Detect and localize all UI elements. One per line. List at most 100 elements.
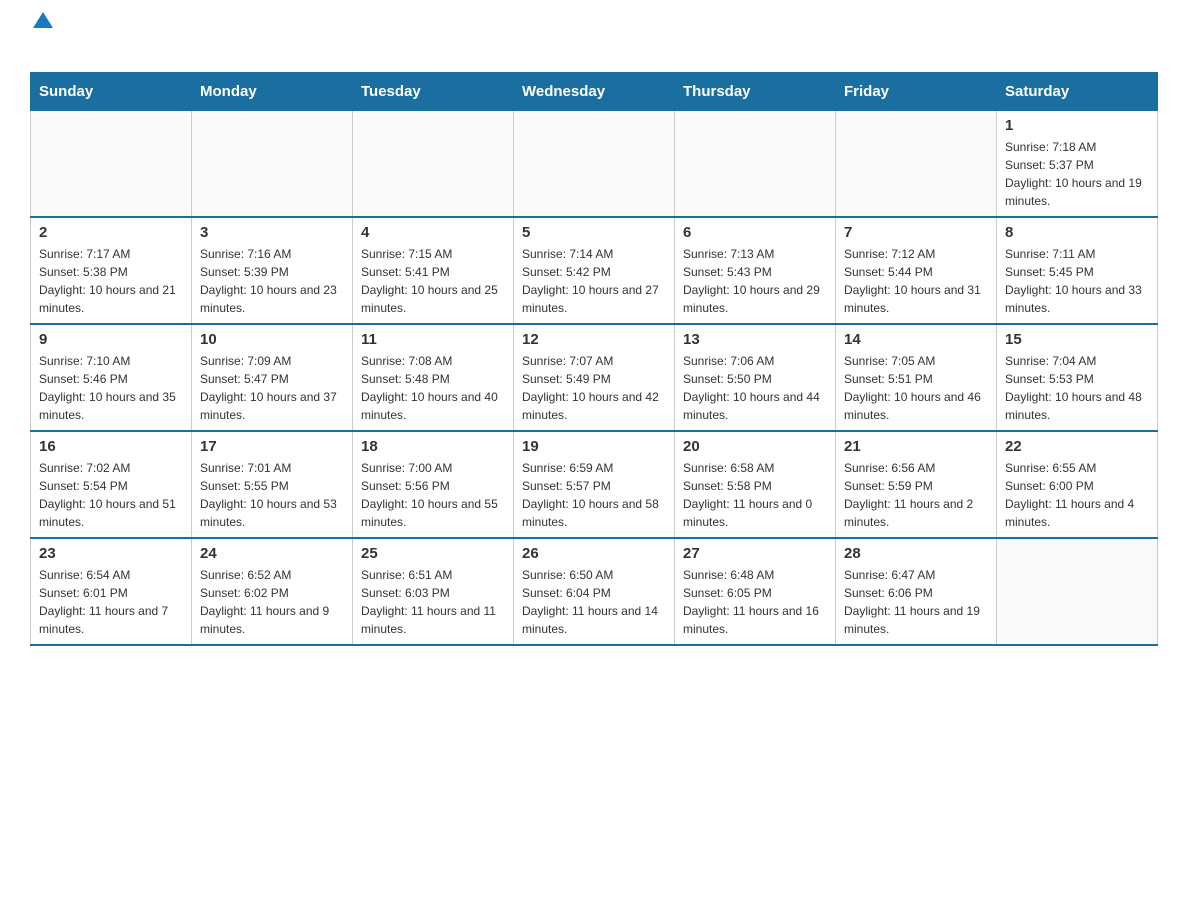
day-number: 23 — [39, 545, 183, 562]
day-info: Sunrise: 7:01 AMSunset: 5:55 PMDaylight:… — [200, 459, 344, 531]
calendar-cell: 25 Sunrise: 6:51 AMSunset: 6:03 PMDayligh… — [353, 538, 514, 645]
day-number: 14 — [844, 331, 988, 348]
day-number: 18 — [361, 438, 505, 455]
calendar-week-row: 1 Sunrise: 7:18 AMSunset: 5:37 PMDaylight… — [31, 111, 1158, 218]
day-info: Sunrise: 7:12 AMSunset: 5:44 PMDaylight:… — [844, 245, 988, 317]
day-number: 10 — [200, 331, 344, 348]
calendar-cell: 14 Sunrise: 7:05 AMSunset: 5:51 PMDayligh… — [836, 324, 997, 431]
day-info: Sunrise: 7:02 AMSunset: 5:54 PMDaylight:… — [39, 459, 183, 531]
day-info: Sunrise: 7:14 AMSunset: 5:42 PMDaylight:… — [522, 245, 666, 317]
weekday-header-wednesday: Wednesday — [514, 73, 675, 111]
calendar-cell: 28 Sunrise: 6:47 AMSunset: 6:06 PMDayligh… — [836, 538, 997, 645]
day-info: Sunrise: 7:06 AMSunset: 5:50 PMDaylight:… — [683, 352, 827, 424]
weekday-header-saturday: Saturday — [997, 73, 1158, 111]
day-info: Sunrise: 6:48 AMSunset: 6:05 PMDaylight:… — [683, 566, 827, 638]
calendar-cell: 8Sunrise: 7:11 AMSunset: 5:45 PMDaylight… — [997, 217, 1158, 324]
calendar-cell: 22 Sunrise: 6:55 AMSunset: 6:00 PMDayligh… — [997, 431, 1158, 538]
weekday-header-friday: Friday — [836, 73, 997, 111]
weekday-header-row: SundayMondayTuesdayWednesdayThursdayFrid… — [31, 73, 1158, 111]
calendar-cell: 1 Sunrise: 7:18 AMSunset: 5:37 PMDaylight… — [997, 111, 1158, 218]
day-info: Sunrise: 7:17 AMSunset: 5:38 PMDaylight:… — [39, 245, 183, 317]
day-number: 1 — [1005, 117, 1149, 134]
day-info: Sunrise: 7:16 AMSunset: 5:39 PMDaylight:… — [200, 245, 344, 317]
day-number: 3 — [200, 224, 344, 241]
day-info: Sunrise: 6:52 AMSunset: 6:02 PMDaylight:… — [200, 566, 344, 638]
calendar-cell: 9Sunrise: 7:10 AMSunset: 5:46 PMDaylight… — [31, 324, 192, 431]
calendar-cell: 20 Sunrise: 6:58 AMSunset: 5:58 PMDayligh… — [675, 431, 836, 538]
day-number: 12 — [522, 331, 666, 348]
day-number: 24 — [200, 545, 344, 562]
day-number: 2 — [39, 224, 183, 241]
day-info: Sunrise: 6:58 AMSunset: 5:58 PMDaylight:… — [683, 459, 827, 531]
day-info: Sunrise: 7:05 AMSunset: 5:51 PMDaylight:… — [844, 352, 988, 424]
calendar-cell — [31, 111, 192, 218]
day-info: Sunrise: 6:56 AMSunset: 5:59 PMDaylight:… — [844, 459, 988, 531]
calendar-cell: 7 Sunrise: 7:12 AMSunset: 5:44 PMDaylight… — [836, 217, 997, 324]
day-info: Sunrise: 7:08 AMSunset: 5:48 PMDaylight:… — [361, 352, 505, 424]
day-info: Sunrise: 7:07 AMSunset: 5:49 PMDaylight:… — [522, 352, 666, 424]
day-info: Sunrise: 6:51 AMSunset: 6:03 PMDaylight:… — [361, 566, 505, 638]
calendar-cell: 5 Sunrise: 7:14 AMSunset: 5:42 PMDaylight… — [514, 217, 675, 324]
calendar-week-row: 9Sunrise: 7:10 AMSunset: 5:46 PMDaylight… — [31, 324, 1158, 431]
calendar-cell: 13 Sunrise: 7:06 AMSunset: 5:50 PMDayligh… — [675, 324, 836, 431]
day-number: 20 — [683, 438, 827, 455]
calendar-cell — [192, 111, 353, 218]
day-info: Sunrise: 7:18 AMSunset: 5:37 PMDaylight:… — [1005, 138, 1149, 210]
calendar-cell: 17Sunrise: 7:01 AMSunset: 5:55 PMDayligh… — [192, 431, 353, 538]
day-number: 28 — [844, 545, 988, 562]
calendar-week-row: 16 Sunrise: 7:02 AMSunset: 5:54 PMDayligh… — [31, 431, 1158, 538]
day-number: 25 — [361, 545, 505, 562]
calendar-cell — [997, 538, 1158, 645]
day-info: Sunrise: 7:15 AMSunset: 5:41 PMDaylight:… — [361, 245, 505, 317]
day-number: 5 — [522, 224, 666, 241]
calendar-cell: 21Sunrise: 6:56 AMSunset: 5:59 PMDayligh… — [836, 431, 997, 538]
calendar-cell: 15 Sunrise: 7:04 AMSunset: 5:53 PMDayligh… — [997, 324, 1158, 431]
day-number: 7 — [844, 224, 988, 241]
logo — [30, 20, 53, 56]
day-number: 9 — [39, 331, 183, 348]
day-info: Sunrise: 6:47 AMSunset: 6:06 PMDaylight:… — [844, 566, 988, 638]
calendar-cell — [514, 111, 675, 218]
calendar-cell: 12 Sunrise: 7:07 AMSunset: 5:49 PMDayligh… — [514, 324, 675, 431]
calendar-week-row: 23Sunrise: 6:54 AMSunset: 6:01 PMDayligh… — [31, 538, 1158, 645]
day-info: Sunrise: 6:59 AMSunset: 5:57 PMDaylight:… — [522, 459, 666, 531]
calendar-cell: 2 Sunrise: 7:17 AMSunset: 5:38 PMDaylight… — [31, 217, 192, 324]
day-info: Sunrise: 6:50 AMSunset: 6:04 PMDaylight:… — [522, 566, 666, 638]
calendar-cell — [836, 111, 997, 218]
calendar-cell: 26 Sunrise: 6:50 AMSunset: 6:04 PMDayligh… — [514, 538, 675, 645]
page-header — [30, 20, 1158, 56]
day-info: Sunrise: 7:04 AMSunset: 5:53 PMDaylight:… — [1005, 352, 1149, 424]
calendar-cell: 18 Sunrise: 7:00 AMSunset: 5:56 PMDayligh… — [353, 431, 514, 538]
calendar-cell: 19 Sunrise: 6:59 AMSunset: 5:57 PMDayligh… — [514, 431, 675, 538]
weekday-header-tuesday: Tuesday — [353, 73, 514, 111]
calendar-cell: 24 Sunrise: 6:52 AMSunset: 6:02 PMDayligh… — [192, 538, 353, 645]
day-number: 16 — [39, 438, 183, 455]
day-number: 26 — [522, 545, 666, 562]
day-number: 6 — [683, 224, 827, 241]
calendar-cell: 16 Sunrise: 7:02 AMSunset: 5:54 PMDayligh… — [31, 431, 192, 538]
calendar-cell: 3 Sunrise: 7:16 AMSunset: 5:39 PMDaylight… — [192, 217, 353, 324]
day-number: 13 — [683, 331, 827, 348]
day-info: Sunrise: 7:00 AMSunset: 5:56 PMDaylight:… — [361, 459, 505, 531]
day-number: 22 — [1005, 438, 1149, 455]
calendar-table: SundayMondayTuesdayWednesdayThursdayFrid… — [30, 72, 1158, 646]
logo-triangle — [33, 12, 53, 28]
day-number: 11 — [361, 331, 505, 348]
calendar-cell: 23Sunrise: 6:54 AMSunset: 6:01 PMDayligh… — [31, 538, 192, 645]
weekday-header-thursday: Thursday — [675, 73, 836, 111]
day-number: 4 — [361, 224, 505, 241]
day-number: 19 — [522, 438, 666, 455]
calendar-cell: 27 Sunrise: 6:48 AMSunset: 6:05 PMDayligh… — [675, 538, 836, 645]
calendar-cell: 6Sunrise: 7:13 AMSunset: 5:43 PMDaylight… — [675, 217, 836, 324]
day-info: Sunrise: 6:55 AMSunset: 6:00 PMDaylight:… — [1005, 459, 1149, 531]
calendar-cell: 10 Sunrise: 7:09 AMSunset: 5:47 PMDayligh… — [192, 324, 353, 431]
calendar-cell: 4 Sunrise: 7:15 AMSunset: 5:41 PMDaylight… — [353, 217, 514, 324]
day-info: Sunrise: 7:09 AMSunset: 5:47 PMDaylight:… — [200, 352, 344, 424]
calendar-cell — [353, 111, 514, 218]
weekday-header-sunday: Sunday — [31, 73, 192, 111]
day-number: 27 — [683, 545, 827, 562]
weekday-header-monday: Monday — [192, 73, 353, 111]
calendar-cell: 11 Sunrise: 7:08 AMSunset: 5:48 PMDayligh… — [353, 324, 514, 431]
day-info: Sunrise: 7:11 AMSunset: 5:45 PMDaylight:… — [1005, 245, 1149, 317]
day-number: 15 — [1005, 331, 1149, 348]
